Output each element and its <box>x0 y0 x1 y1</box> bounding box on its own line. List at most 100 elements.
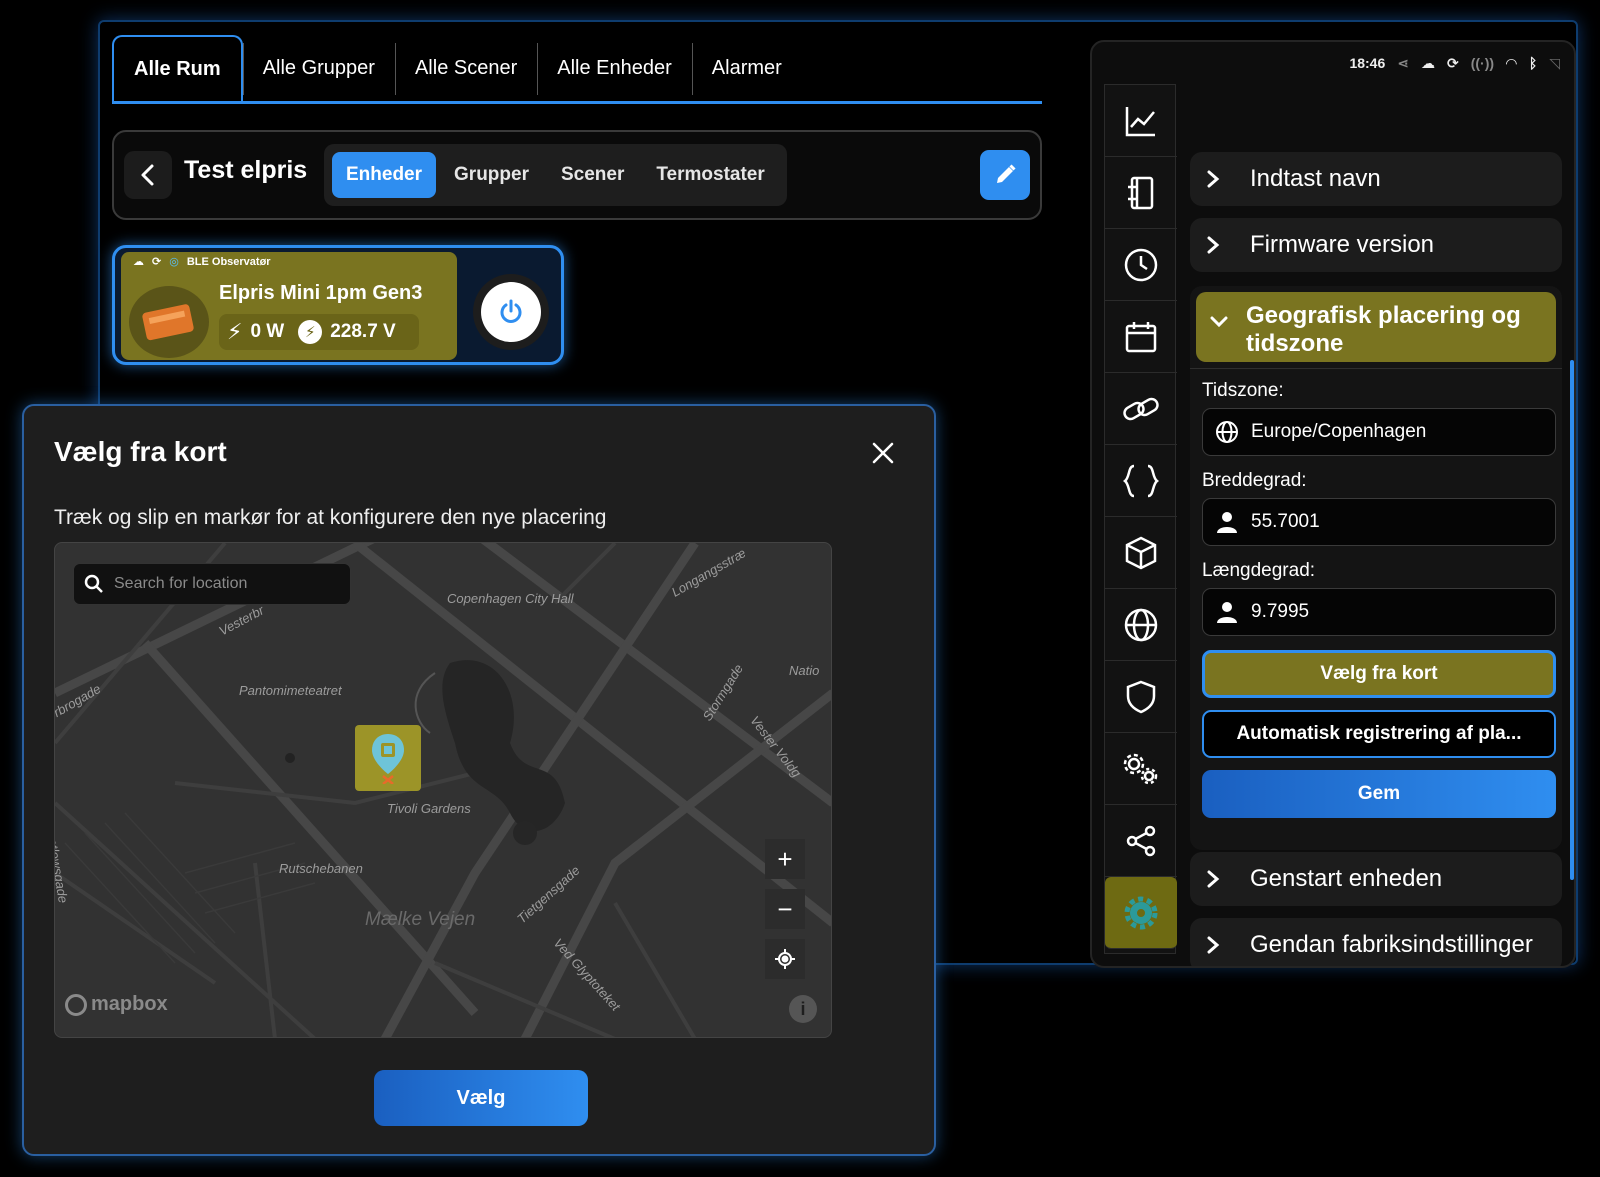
bluetooth-icon: ᛒ <box>1528 55 1538 71</box>
rail-share[interactable] <box>1105 805 1177 877</box>
device-card[interactable]: ☁ ⟳ ◎ BLE Observatør Elpris Mini 1pm Gen… <box>112 245 564 365</box>
code-braces-icon <box>1123 464 1159 497</box>
zoom-out-button[interactable]: − <box>765 889 805 929</box>
voltage-value: 228.7 V <box>330 321 396 342</box>
share-status-icon: ⋖ <box>1397 54 1409 71</box>
shield-icon <box>1126 680 1156 713</box>
section-firmware[interactable]: Firmware version <box>1190 218 1562 272</box>
map-search-placeholder: Search for location <box>114 575 248 592</box>
plus-icon: + <box>777 843 793 874</box>
latitude-field[interactable]: 55.7001 <box>1202 498 1556 546</box>
bluetooth-observer-icon: ◎ <box>169 256 179 268</box>
map-search-input[interactable]: Search for location <box>73 563 351 605</box>
globe-icon <box>1124 608 1158 641</box>
geolocate-button[interactable] <box>765 939 805 979</box>
section-name[interactable]: Indtast navn <box>1190 152 1562 206</box>
chart-icon <box>1125 106 1155 136</box>
timezone-field[interactable]: Europe/Copenhagen <box>1202 408 1556 456</box>
auto-detect-location-button[interactable]: Automatisk registrering af pla... <box>1202 710 1556 758</box>
clock: 18:46 <box>1349 55 1386 71</box>
settings-scrollbar[interactable] <box>1570 360 1574 880</box>
power-value: 0 W <box>250 321 285 342</box>
modal-description: Træk og slip en markør for at konfigurer… <box>54 506 607 529</box>
rail-code[interactable] <box>1105 445 1177 517</box>
confirm-location-button[interactable]: Vælg <box>374 1070 588 1126</box>
device-name: Elpris Mini 1pm Gen3 <box>219 282 423 304</box>
location-marker[interactable] <box>355 725 421 791</box>
rail-calendar[interactable] <box>1105 301 1177 373</box>
close-icon[interactable] <box>868 438 898 468</box>
rail-shield[interactable] <box>1105 661 1177 733</box>
subtab-enheder[interactable]: Enheder <box>332 152 437 198</box>
room-bar: Test elpris Enheder Grupper Scener Termo… <box>112 130 1042 220</box>
device-status-text: BLE Observatør <box>186 255 271 268</box>
pick-from-map-button[interactable]: Vælg fra kort <box>1202 650 1556 698</box>
room-title: Test elpris <box>184 156 308 184</box>
crosshair-icon <box>775 949 795 969</box>
save-button[interactable]: Gem <box>1202 770 1556 818</box>
edit-button[interactable] <box>980 150 1030 200</box>
map-label-maelke-vejen: Mælke Vejen <box>365 909 476 930</box>
tab-alle-enheder[interactable]: Alle Enheder <box>537 35 692 101</box>
chevron-right-icon <box>1206 935 1232 955</box>
cloud-icon: ☁ <box>133 256 144 268</box>
chevron-down-icon <box>1210 302 1232 336</box>
map-info-button[interactable]: i <box>789 995 817 1023</box>
clock-icon <box>1124 248 1158 281</box>
status-bar: 18:46 ⋖ ☁ ⟳ ((·)) ◠ ᛒ ◹ <box>1092 42 1574 84</box>
icon-rail <box>1104 84 1177 954</box>
section-geo-header[interactable]: Geografisk placering og tidszone <box>1196 292 1556 362</box>
chevron-left-icon <box>141 164 154 186</box>
zoom-in-button[interactable]: + <box>765 839 805 879</box>
chevron-right-icon <box>1206 869 1232 889</box>
rail-link[interactable] <box>1105 373 1177 445</box>
section-firmware-label: Firmware version <box>1250 231 1435 258</box>
section-restart[interactable]: Genstart enheden <box>1190 852 1562 906</box>
tab-alle-scener[interactable]: Alle Scener <box>394 35 537 101</box>
longitude-value: 9.7995 <box>1251 601 1310 622</box>
section-factory-reset[interactable]: Gendan fabriksindstillinger <box>1190 918 1562 966</box>
subtab-grupper[interactable]: Grupper <box>440 152 543 198</box>
person-icon <box>1217 602 1237 623</box>
sync-icon: ⟳ <box>152 256 162 268</box>
chevron-right-icon <box>1206 235 1232 255</box>
search-icon <box>84 574 103 593</box>
section-geo: Geografisk placering og tidszone Tidszone… <box>1190 286 1562 850</box>
section-name-label: Indtast navn <box>1250 165 1381 192</box>
chevron-right-icon <box>1206 169 1232 189</box>
gear-icon <box>1124 896 1158 929</box>
map-label-tivoli: Tivoli Gardens <box>387 801 471 816</box>
subtab-termostater[interactable]: Termostater <box>642 152 778 198</box>
map-roads <box>55 543 831 1037</box>
tab-alle-grupper[interactable]: Alle Grupper <box>242 35 395 101</box>
section-geo-label: Geografisk placering og tidszone <box>1246 302 1521 357</box>
mapbox-attribution[interactable]: mapbox <box>65 993 168 1016</box>
device-module-icon <box>142 304 194 341</box>
rail-chart[interactable] <box>1105 85 1177 157</box>
longitude-field[interactable]: 9.7995 <box>1202 588 1556 636</box>
rail-gears[interactable] <box>1105 733 1177 805</box>
tab-alle-rum[interactable]: Alle Rum <box>112 35 243 101</box>
rail-clock[interactable] <box>1105 229 1177 301</box>
map-view[interactable]: Search for location Copenhagen City Hall… <box>54 542 832 1038</box>
subtab-scener[interactable]: Scener <box>547 152 638 198</box>
power-toggle[interactable] <box>473 274 549 350</box>
lightning-icon: ⚡ <box>227 319 243 344</box>
globe-icon <box>1216 421 1238 443</box>
device-status-bar: ☁ ⟳ ◎ BLE Observatør <box>133 255 271 269</box>
rail-cube[interactable] <box>1105 517 1177 589</box>
section-factory-reset-label: Gendan fabriksindstillinger <box>1250 931 1533 958</box>
door-icon <box>1128 176 1154 209</box>
map-picker-modal: Vælg fra kort Træk og slip en markør for… <box>22 404 936 1156</box>
top-tabs: Alle Rum Alle Grupper Alle Scener Alle E… <box>112 35 1042 104</box>
rail-settings[interactable] <box>1105 877 1177 949</box>
rail-door[interactable] <box>1105 157 1177 229</box>
tab-alarmer[interactable]: Alarmer <box>691 35 802 101</box>
info-icon: i <box>800 998 806 1019</box>
rail-globe[interactable] <box>1105 589 1177 661</box>
longitude-label: Længdegrad: <box>1202 560 1316 581</box>
latitude-value: 55.7001 <box>1251 511 1320 532</box>
settings-list: Indtast navn Firmware version Geografisk… <box>1190 100 1568 966</box>
modal-title: Vælg fra kort <box>54 436 227 467</box>
back-button[interactable] <box>124 151 172 199</box>
